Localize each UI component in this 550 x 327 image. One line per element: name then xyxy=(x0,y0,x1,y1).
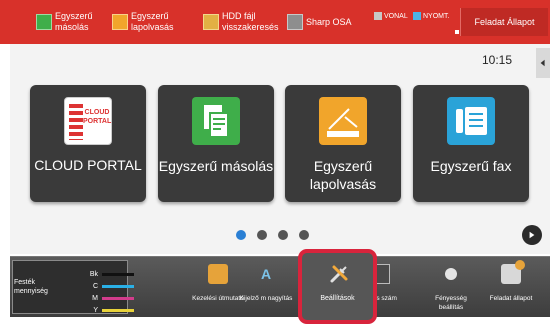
folder-icon xyxy=(203,14,219,30)
toner-bar xyxy=(102,296,134,300)
page-dot[interactable] xyxy=(299,230,309,240)
toner-label: M xyxy=(92,294,98,302)
shortcut-hdd-file-retrieve[interactable]: HDD fájl visszakeresés xyxy=(203,0,287,44)
print-lamp-icon xyxy=(413,12,421,20)
next-page-button[interactable] xyxy=(522,225,542,245)
toner-title: Festék mennyiség xyxy=(14,279,48,295)
fax-icon xyxy=(447,97,495,145)
page-dot[interactable] xyxy=(257,230,267,240)
tile-label: Egyszerű másolás xyxy=(158,158,274,174)
chevron-left-icon xyxy=(540,59,545,67)
cloud-portal-icon-text: CLOUD PORTAL xyxy=(83,109,112,125)
job-status-button[interactable]: Feladat Állapot xyxy=(460,8,548,36)
scan-icon xyxy=(319,97,367,145)
copy-icon xyxy=(192,97,240,145)
tile-easy-scan[interactable]: Egyszerű lapolvasás xyxy=(285,85,401,202)
line-indicator: VONAL xyxy=(374,10,408,22)
lamp-label: NYOMT. xyxy=(423,12,450,20)
toner-bar xyxy=(102,308,134,312)
side-panel-tab[interactable] xyxy=(536,48,550,78)
tile-label: Egyszerű lapolvasás xyxy=(309,158,377,192)
toner-label: Y xyxy=(93,306,98,314)
toner-label: Bk xyxy=(89,270,98,278)
zoom-icon: A xyxy=(260,266,272,282)
shortcut-label: Sharp OSA xyxy=(306,16,352,27)
bottom-item-label: Kijelző m nagyítás xyxy=(239,295,293,302)
settings-button[interactable]: Beállítások xyxy=(298,249,377,324)
shortcut-easy-scan[interactable]: Egyszerű lapolvasás xyxy=(112,0,197,44)
brightness-icon xyxy=(445,268,457,280)
toner-row-yellow: Y xyxy=(88,306,134,314)
brightness-button[interactable]: Fényesség beállítás xyxy=(423,258,479,316)
osa-icon xyxy=(287,14,303,30)
toner-label: C xyxy=(92,282,98,290)
scan-icon xyxy=(112,14,128,30)
clock: 10:15 xyxy=(482,53,513,67)
toner-bar xyxy=(102,272,134,276)
chevron-right-icon xyxy=(529,231,535,239)
toner-row-magenta: M xyxy=(88,294,134,302)
lamp-label: VONAL xyxy=(384,12,408,20)
cloud-portal-icon: CLOUD PORTAL xyxy=(64,97,112,145)
top-shortcut-bar: Egyszerű másolás Egyszerű lapolvasás HDD… xyxy=(0,0,550,44)
display-zoom-button[interactable]: A Kijelző m nagyítás xyxy=(238,258,294,316)
shortcut-label: Egyszerű lapolvasás xyxy=(131,11,174,32)
page-dot[interactable] xyxy=(278,230,288,240)
tile-easy-fax[interactable]: Egyszerű fax xyxy=(413,85,529,202)
page-indicator xyxy=(236,230,309,240)
bottom-item-label: Fényesség beállítás xyxy=(435,295,467,311)
copy-icon xyxy=(36,14,52,30)
shortcut-easy-copy[interactable]: Egyszerű másolás xyxy=(36,0,106,44)
shortcut-sharp-osa[interactable]: Sharp OSA xyxy=(287,0,367,44)
shortcut-label: HDD fájl visszakeresés xyxy=(222,11,279,32)
tile-easy-copy[interactable]: Egyszerű másolás xyxy=(158,85,274,202)
corner-marker-icon xyxy=(455,30,459,34)
manual-icon xyxy=(208,264,228,284)
print-indicator: NYOMT. xyxy=(413,10,449,22)
job-status-shortcut-button[interactable]: Feladat állapot xyxy=(483,258,539,316)
settings-icon xyxy=(330,265,348,283)
bottom-item-label: Beállítások xyxy=(320,295,355,302)
notification-dot-icon xyxy=(515,260,525,270)
page-dot[interactable] xyxy=(236,230,246,240)
toner-row-black: Bk xyxy=(88,270,134,278)
shortcut-label: Egyszerű másolás xyxy=(55,11,93,32)
bottom-item-label: Feladat állapot xyxy=(489,295,533,302)
tile-label: CLOUD PORTAL xyxy=(34,157,142,173)
tile-label: Egyszerű fax xyxy=(430,158,512,174)
tile-cloud-portal[interactable]: CLOUD PORTAL CLOUD PORTAL xyxy=(30,85,146,202)
toner-row-cyan: C xyxy=(88,282,134,290)
toner-bar xyxy=(102,284,134,288)
line-lamp-icon xyxy=(374,12,382,20)
